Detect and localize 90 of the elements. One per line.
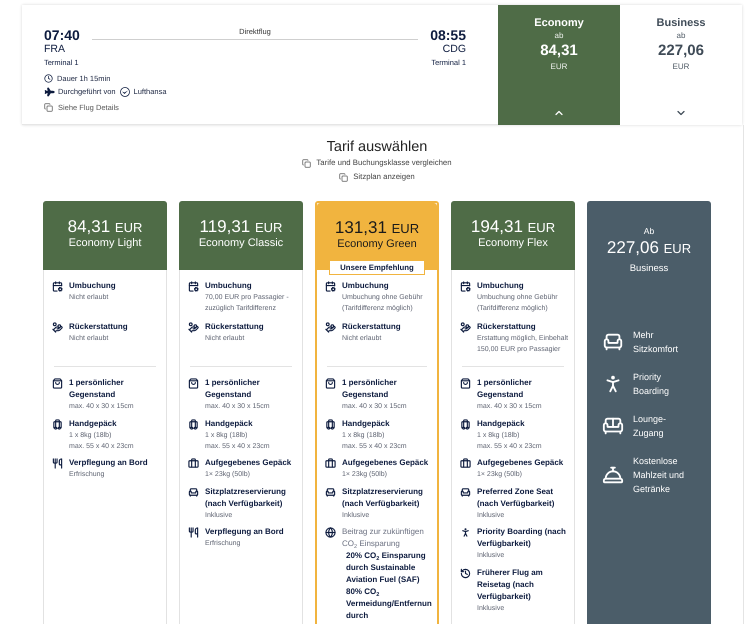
utensils-icon	[188, 527, 199, 538]
feature-title: Beitrag zur zukünftigen CO$_{2}$ Einsparung	[342, 526, 425, 550]
feature-title: Aufgegebenes Gepäck	[205, 457, 292, 469]
feature-title: Aufgegebenes Gepäck	[342, 457, 430, 469]
bag-icon	[325, 378, 336, 389]
feature-title: 1 persönlicher Gegenstand	[477, 377, 533, 401]
feature-title: Verpflegung an Bord	[69, 457, 149, 469]
feature-title: Sitzplatzreservierung (nach Verfügbarkeit)	[205, 486, 287, 510]
feature-title: Priority Boarding (nach Verfügbarkeit)	[477, 526, 567, 550]
bag-icon	[460, 378, 471, 389]
section-title: Tarif auswählen	[326, 138, 428, 156]
feature-title: Rückerstattung	[477, 321, 537, 333]
feature-title: 1 persönlicher Gegenstand	[205, 377, 261, 401]
airport-code: FRA	[44, 43, 65, 55]
fare-card[interactable]	[451, 201, 575, 624]
feature-title: Umbuchung	[69, 280, 117, 292]
fare-price: 119,31 EUR	[200, 217, 282, 237]
airport-code: CDG	[442, 43, 466, 55]
feature-title: Handgepäck	[477, 418, 526, 430]
clock-arrow-icon	[460, 568, 471, 578]
new-window-icon	[44, 103, 53, 112]
feature-title: 1 persönlicher Gegenstand	[342, 377, 398, 401]
fare-price: 84,31 EUR	[68, 217, 142, 237]
feature-title: Umbuchung	[205, 280, 253, 292]
feature-detail: 20% CO$_{2}$ Einsparung durch Sustainable Aviation Fuel (SAF)	[345, 550, 427, 586]
feature-title: Handgepäck	[205, 418, 254, 430]
feature-title: Rückerstattung	[342, 321, 402, 333]
perk-label: Kostenlose Mahlzeit und Getränke	[633, 455, 686, 496]
feature-title: Handgepäck	[342, 418, 391, 430]
armchair-icon	[602, 331, 624, 353]
hand-coins-icon	[460, 322, 471, 333]
feature-title: Verpflegung an Bord	[205, 526, 285, 538]
hand-coins-icon	[52, 322, 63, 333]
feature-title: Preferred Zone Seat (nach Verfügbarkeit)	[477, 486, 556, 510]
perk-label: Mehr Sitzkomfort	[633, 329, 680, 356]
fare-name: Economy Flex	[478, 237, 548, 250]
circle-logo-icon	[120, 86, 130, 96]
new-window-icon	[302, 158, 312, 168]
calendar-cog-icon	[325, 281, 336, 292]
briefcase-icon	[188, 458, 199, 469]
business-card[interactable]: Ab 227,06 EUR Business Mehr Sitzkomfort Priority Boarding Lounge-Zugang Kostenlose Mahlzeit und Getränke	[587, 201, 711, 624]
feature-title: Umbuchung	[477, 280, 525, 292]
arrival-time: 08:55	[430, 27, 466, 43]
feature-title: Sitzplatzreservierung (nach Verfügbarkeit)	[342, 486, 424, 510]
perk-label: Lounge-Zugang	[633, 413, 668, 440]
fare-card[interactable]	[179, 201, 303, 624]
new-window-icon	[339, 172, 348, 182]
bag-icon	[188, 378, 199, 389]
feature-detail: 80% CO$_{2}$ Vermeidung/Entfernun durch	[345, 586, 433, 622]
clock-icon	[44, 74, 53, 83]
cabin-tab[interactable]: Economy ab 84,31 EUR	[498, 5, 620, 125]
feature-title: Aufgegebenes Gepäck	[477, 457, 564, 469]
business-price: 227,06 EUR	[606, 237, 692, 259]
sofa-icon	[602, 415, 624, 437]
feature-title: Früherer Flug am Reisetag (nach Verfügbarkeit)	[477, 566, 544, 602]
cloche-icon	[602, 464, 624, 486]
globe-icon	[325, 527, 336, 538]
perk-label: Priority Boarding	[633, 371, 670, 398]
suitcase-icon	[188, 418, 199, 430]
hand-coins-icon	[188, 322, 199, 333]
hand-coins-icon	[325, 322, 336, 333]
fare-name: Economy Green	[337, 238, 417, 251]
calendar-cog-icon	[52, 281, 63, 292]
person-icon	[460, 527, 471, 538]
briefcase-icon	[325, 458, 336, 469]
calendar-cog-icon	[460, 281, 471, 292]
feature-title: Handgepäck	[69, 418, 118, 430]
fare-card[interactable]	[315, 201, 439, 624]
cabin-tab[interactable]: Business ab 227,06 EUR	[620, 5, 742, 125]
briefcase-icon	[460, 458, 471, 469]
feature-title: 1 persönlicher Gegenstand	[69, 377, 125, 401]
feature-title: Rückerstattung	[205, 321, 265, 333]
departure-time: 07:40	[44, 27, 80, 43]
business-name: Business	[630, 262, 668, 276]
seat-icon	[188, 486, 199, 498]
suitcase-icon	[52, 418, 63, 430]
feature-title: Rückerstattung	[69, 321, 129, 333]
price-prefix: Ab	[644, 226, 654, 237]
fare-name: Economy Light	[68, 237, 142, 250]
feature-title: Umbuchung	[342, 280, 390, 292]
seat-icon	[325, 486, 336, 498]
utensils-icon	[52, 458, 63, 469]
fare-price: 131,31 EUR	[334, 218, 420, 238]
bag-icon	[52, 378, 63, 389]
seat-icon	[460, 486, 471, 498]
calendar-cog-icon	[188, 281, 199, 292]
suitcase-icon	[325, 418, 336, 430]
fare-name: Economy Classic	[198, 237, 284, 250]
fare-price: 194,31 EUR	[470, 217, 556, 237]
suitcase-icon	[460, 418, 471, 430]
